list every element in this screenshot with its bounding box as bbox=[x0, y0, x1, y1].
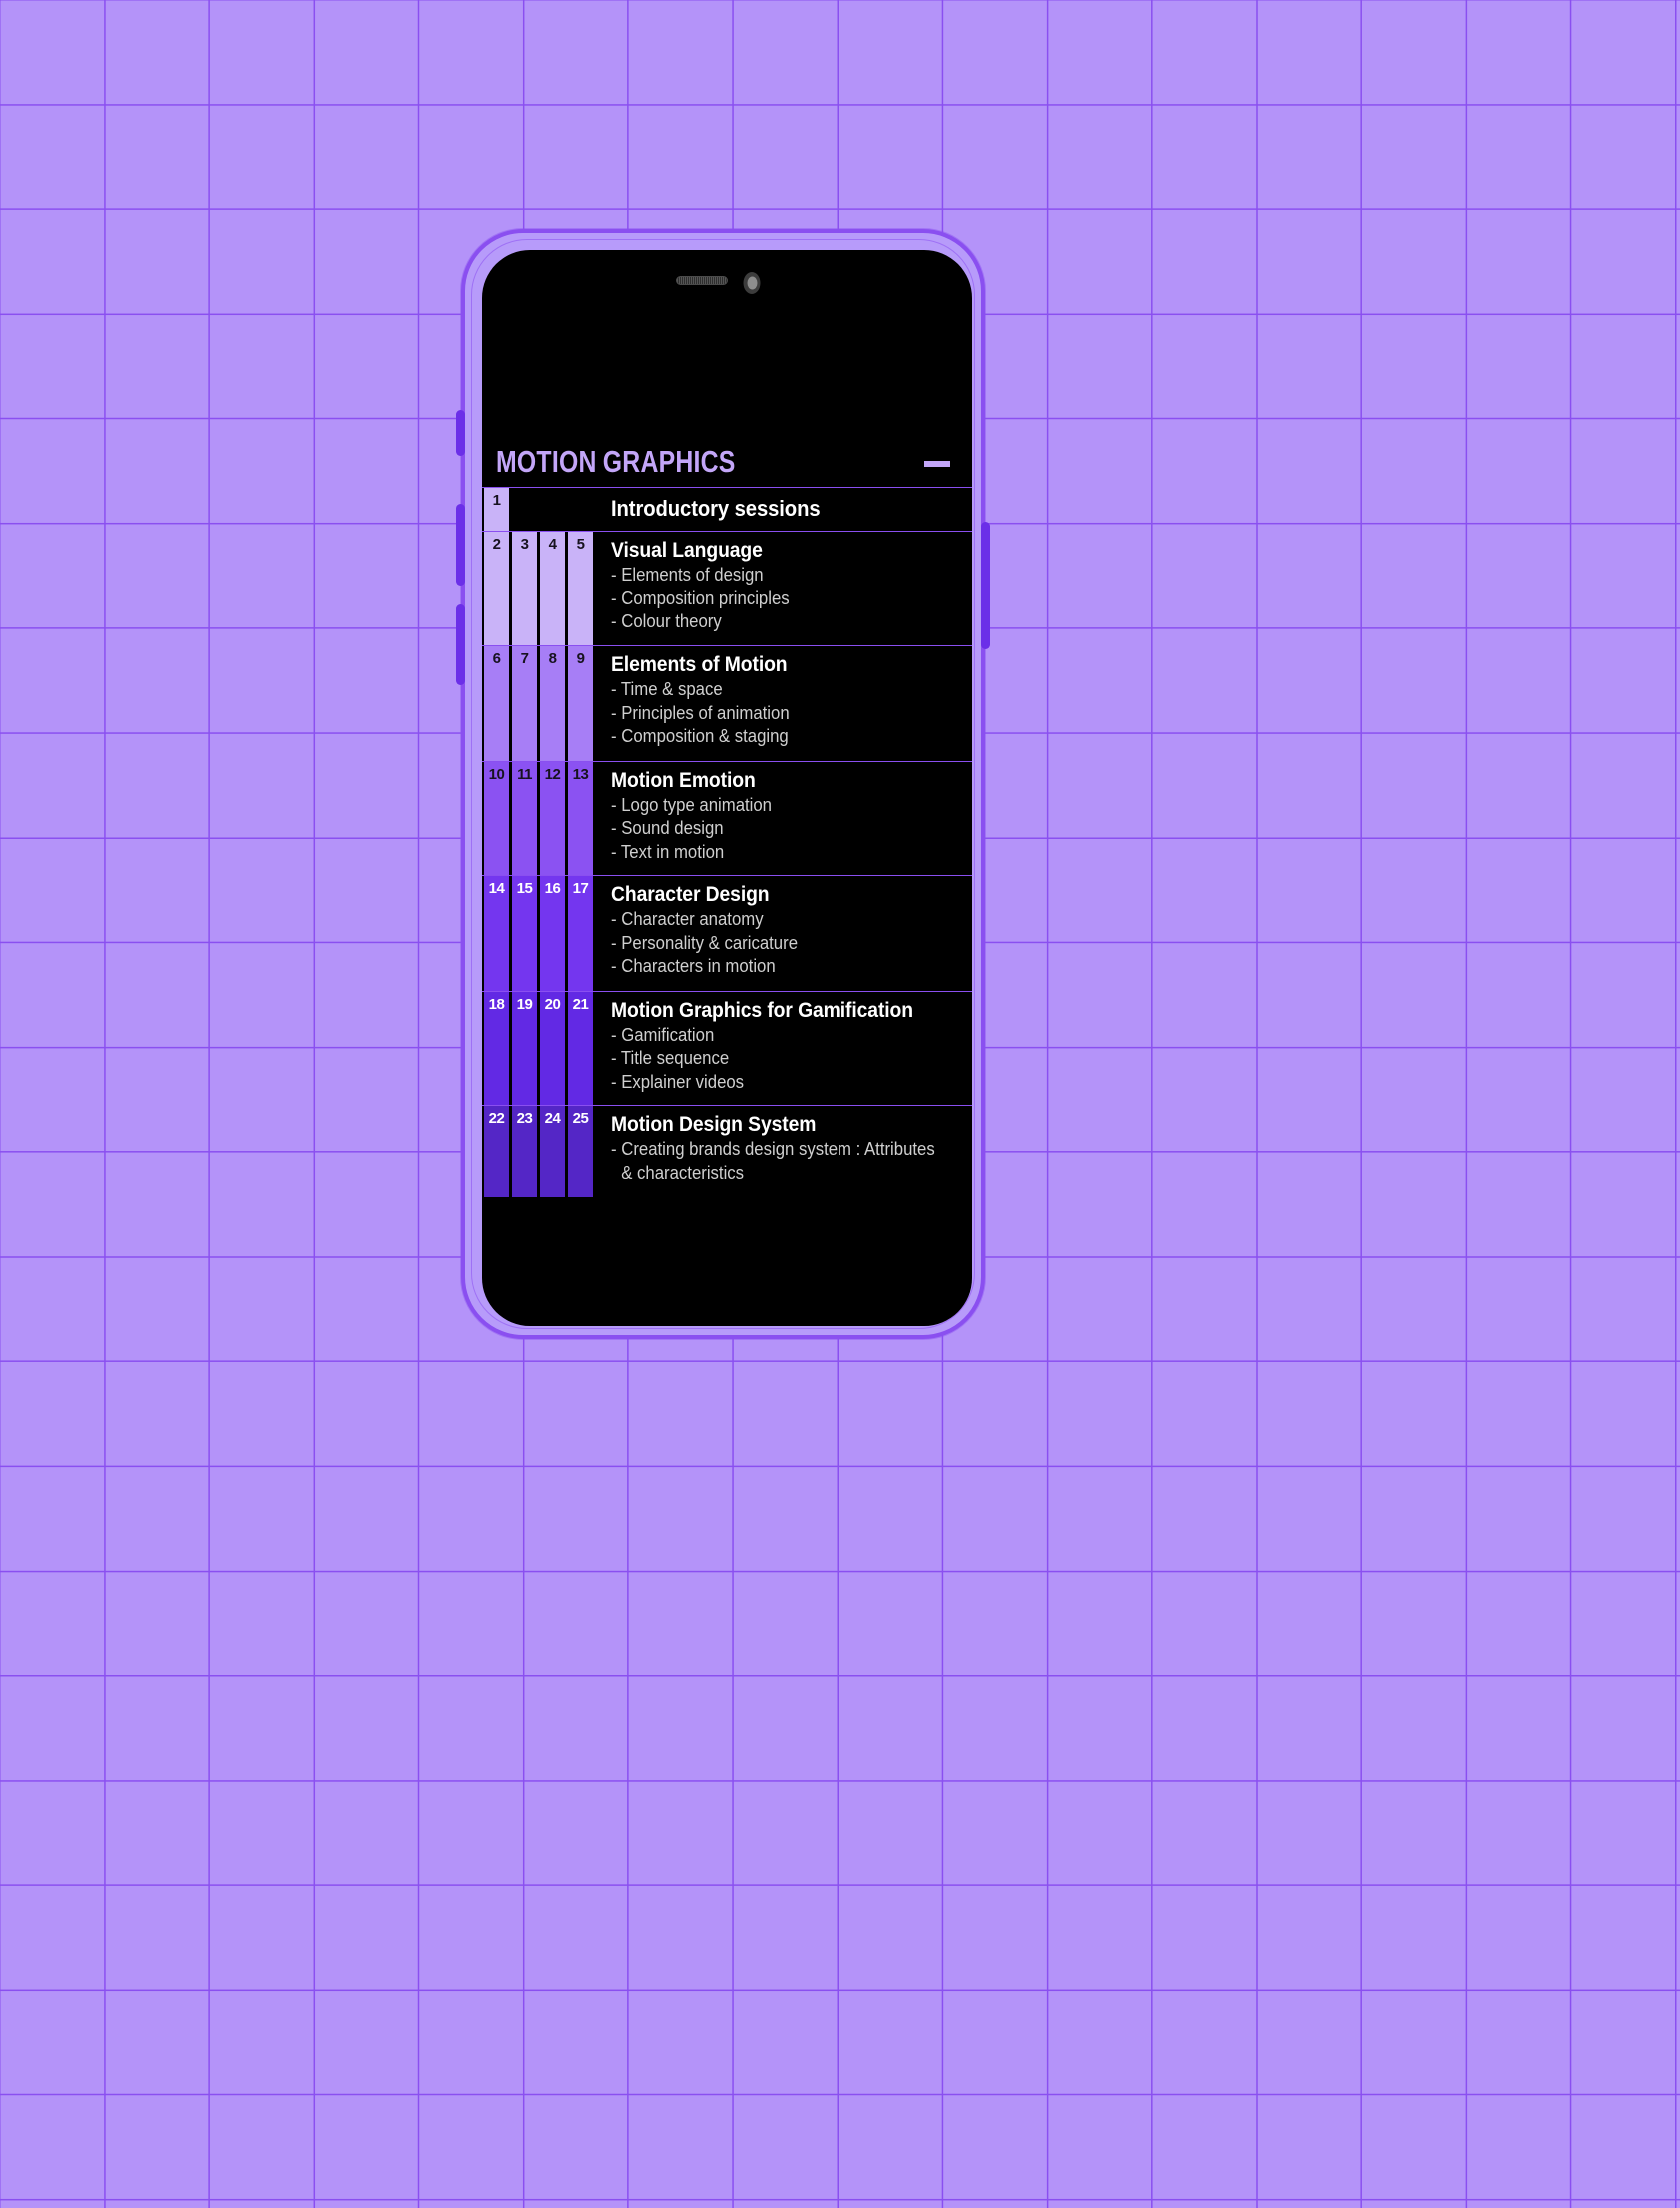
session-number-cell[interactable]: 13 bbox=[568, 761, 593, 876]
session-number-column-group: 22 23 24 25 bbox=[482, 1106, 597, 1198]
schedule-row-item: - Principles of animation bbox=[611, 702, 790, 723]
schedule-list: 1 Introductory sessions 2 3 4 5 Visual Languag… bbox=[482, 487, 972, 1326]
app-header: MOTION GRAPHICS bbox=[482, 250, 972, 487]
phone-device-frame: MOTION GRAPHICS 1 Introductory sessions 2 3… bbox=[456, 229, 990, 1339]
schedule-row-body: Introductory sessions bbox=[597, 488, 972, 531]
volume-up-button[interactable] bbox=[456, 504, 465, 586]
session-number-cell[interactable]: 25 bbox=[568, 1106, 593, 1198]
session-number-spacer bbox=[512, 488, 537, 531]
schedule-row-item: - Creating brands design system : Attrib… bbox=[611, 1139, 935, 1160]
schedule-row-item: - Elements of design bbox=[611, 564, 764, 585]
session-number-cell[interactable]: 16 bbox=[540, 876, 565, 991]
page-title: MOTION GRAPHICS bbox=[496, 444, 736, 479]
session-number-cell[interactable]: 10 bbox=[484, 761, 509, 876]
schedule-row[interactable]: 18 19 20 21 Motion Graphics for Gamification… bbox=[482, 990, 972, 1106]
session-number-cell[interactable]: 21 bbox=[568, 991, 593, 1106]
power-button[interactable] bbox=[981, 522, 990, 649]
mute-switch-button[interactable] bbox=[456, 410, 465, 456]
schedule-row[interactable]: 22 23 24 25 Motion Design System - Creating b… bbox=[482, 1105, 972, 1198]
schedule-row-item: & characteristics bbox=[621, 1162, 745, 1183]
schedule-row-title: Introductory sessions bbox=[611, 496, 821, 521]
schedule-row-body: Motion Design System - Creating brands de… bbox=[597, 1106, 972, 1198]
session-number-column-group: 10 11 12 13 bbox=[482, 761, 597, 876]
schedule-row-item: - Sound design bbox=[611, 818, 724, 839]
schedule-row-title: Elements of Motion bbox=[611, 653, 788, 677]
minus-icon[interactable] bbox=[924, 461, 950, 467]
session-number-cell[interactable]: 23 bbox=[512, 1106, 537, 1198]
session-number-cell[interactable]: 19 bbox=[512, 991, 537, 1106]
session-number-cell[interactable]: 3 bbox=[512, 531, 537, 646]
schedule-row[interactable]: 10 11 12 13 Motion Emotion - Logo type animat… bbox=[482, 760, 972, 876]
session-number-cell[interactable]: 18 bbox=[484, 991, 509, 1106]
schedule-row-item: - Characters in motion bbox=[611, 956, 776, 977]
schedule-row-item: - Text in motion bbox=[611, 841, 725, 861]
session-number-column-group: 6789 bbox=[482, 646, 597, 761]
app-root: MOTION GRAPHICS 1 Introductory sessions 2 3… bbox=[482, 250, 972, 1326]
schedule-row[interactable]: 2 3 4 5 Visual Language - Elements of design -… bbox=[482, 530, 972, 646]
session-number-cell[interactable]: 17 bbox=[568, 876, 593, 991]
schedule-row-item: - Gamification bbox=[611, 1024, 715, 1045]
session-number-cell[interactable]: 24 bbox=[540, 1106, 565, 1198]
session-number-cell[interactable]: 8 bbox=[540, 646, 565, 761]
session-number-cell[interactable]: 20 bbox=[540, 991, 565, 1106]
schedule-row-body: Visual Language - Elements of design - Com… bbox=[597, 531, 972, 646]
schedule-row-item: - Title sequence bbox=[611, 1048, 730, 1069]
session-number-cell[interactable]: 12 bbox=[540, 761, 565, 876]
schedule-row-item: - Colour theory bbox=[611, 611, 722, 631]
session-number-cell[interactable]: 6 bbox=[484, 646, 509, 761]
session-number-column-group: 14 15 16 17 bbox=[482, 876, 597, 991]
schedule-row[interactable]: 14 15 16 17 Character Design - Character anat… bbox=[482, 875, 972, 991]
schedule-row-body: Motion Graphics for Gamification - Gamifi… bbox=[597, 991, 972, 1106]
schedule-row-item: - Time & space bbox=[611, 679, 723, 700]
schedule-row-item: - Composition & staging bbox=[611, 726, 789, 747]
schedule-row-item: - Explainer videos bbox=[611, 1071, 745, 1092]
session-number-cell[interactable]: 22 bbox=[484, 1106, 509, 1198]
session-number-cell[interactable]: 14 bbox=[484, 876, 509, 991]
schedule-row-title: Visual Language bbox=[611, 538, 763, 562]
session-number-column-group: 2345 bbox=[482, 531, 597, 646]
session-number-cell[interactable]: 4 bbox=[540, 531, 565, 646]
session-number-cell[interactable]: 9 bbox=[568, 646, 593, 761]
session-number-spacer bbox=[568, 488, 593, 531]
volume-down-button[interactable] bbox=[456, 604, 465, 685]
session-number-cell[interactable]: 11 bbox=[512, 761, 537, 876]
schedule-row-item: - Logo type animation bbox=[611, 794, 772, 815]
schedule-row-body: Character Design - Character anatomy - Per… bbox=[597, 876, 972, 991]
schedule-row-item: - Composition principles bbox=[611, 588, 790, 609]
schedule-row-title: Character Design bbox=[611, 883, 770, 907]
schedule-row-item: - Character anatomy bbox=[611, 909, 764, 930]
session-number-cell[interactable]: 15 bbox=[512, 876, 537, 991]
session-number-spacer bbox=[540, 488, 565, 531]
schedule-row-title: Motion Design System bbox=[611, 1113, 817, 1137]
session-number-cell[interactable]: 7 bbox=[512, 646, 537, 761]
schedule-row-title: Motion Graphics for Gamification bbox=[611, 998, 913, 1022]
schedule-row[interactable]: 6 7 8 9 Elements of Motion - Time & space - Pr… bbox=[482, 645, 972, 761]
session-number-cell[interactable]: 5 bbox=[568, 531, 593, 646]
session-number-column-group: 1 bbox=[482, 488, 597, 531]
schedule-row-body: Elements of Motion - Time & space - Princi… bbox=[597, 646, 972, 761]
phone-screen: MOTION GRAPHICS 1 Introductory sessions 2 3… bbox=[482, 250, 972, 1326]
schedule-row-item: - Personality & caricature bbox=[611, 932, 799, 953]
schedule-row-body: Motion Emotion - Logo type animation - Sou… bbox=[597, 761, 972, 876]
schedule-row[interactable]: 1 Introductory sessions bbox=[482, 487, 972, 531]
schedule-row-title: Motion Emotion bbox=[611, 768, 756, 792]
session-number-cell[interactable]: 2 bbox=[484, 531, 509, 646]
page-background: MOTION GRAPHICS 1 Introductory sessions 2 3… bbox=[0, 0, 1680, 2208]
session-number-cell[interactable]: 1 bbox=[484, 488, 509, 531]
session-number-column-group: 18 19 20 21 bbox=[482, 991, 597, 1106]
